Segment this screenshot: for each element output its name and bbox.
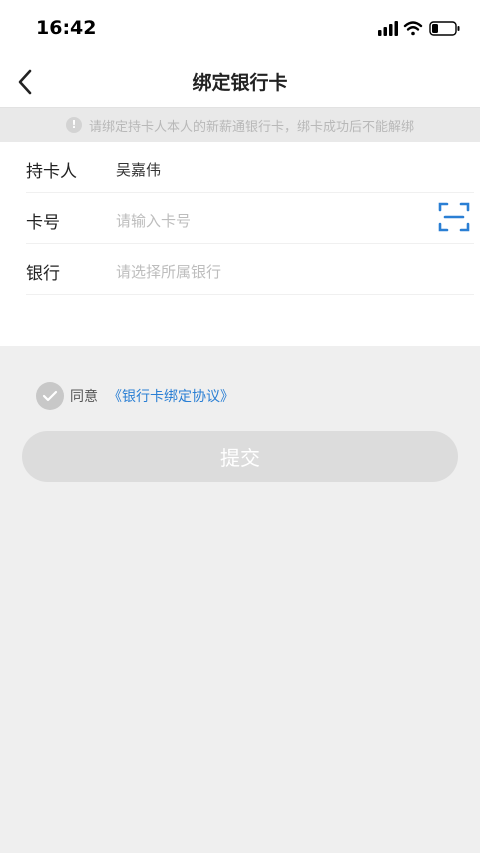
agreement-row: 同意 《银行卡绑定协议》 (36, 382, 234, 410)
checkmark-icon (42, 390, 58, 402)
agree-checkbox[interactable] (36, 382, 64, 410)
bank-row[interactable]: 银行 请选择所属银行 (26, 244, 474, 295)
status-icons (378, 20, 462, 38)
bank-select[interactable]: 请选择所属银行 (116, 261, 221, 282)
submit-button[interactable]: 提交 (22, 431, 458, 482)
page-title: 绑定银行卡 (192, 72, 288, 94)
card-number-label: 卡号 (26, 213, 60, 233)
agreement-link[interactable]: 《银行卡绑定协议》 (108, 386, 234, 406)
bank-card-form: 持卡人 吴嘉伟 卡号 请输入卡号 银行 请选择所属银行 (0, 142, 480, 346)
info-icon: ! (65, 117, 82, 133)
battery-icon (429, 21, 460, 36)
wifi-icon (403, 21, 423, 36)
cellular-signal-icon (378, 21, 398, 36)
agree-text: 同意 (70, 389, 98, 405)
status-time: 16:42 (36, 17, 97, 39)
scan-icon (438, 202, 470, 232)
holder-value: 吴嘉伟 (116, 161, 162, 179)
bank-label: 银行 (26, 264, 60, 284)
nav-bar: 绑定银行卡 (0, 56, 480, 108)
holder-label: 持卡人 (26, 162, 77, 182)
status-bar: 16:42 (0, 0, 480, 56)
card-number-input[interactable]: 请输入卡号 (116, 210, 191, 231)
card-number-row: 卡号 请输入卡号 (26, 193, 474, 244)
scan-card-button[interactable] (438, 201, 470, 233)
notice-banner: ! 请绑定持卡人本人的新薪通银行卡，绑卡成功后不能解绑 (0, 108, 480, 142)
notice-text: 请绑定持卡人本人的新薪通银行卡，绑卡成功后不能解绑 (88, 119, 414, 135)
holder-row: 持卡人 吴嘉伟 (26, 142, 474, 193)
